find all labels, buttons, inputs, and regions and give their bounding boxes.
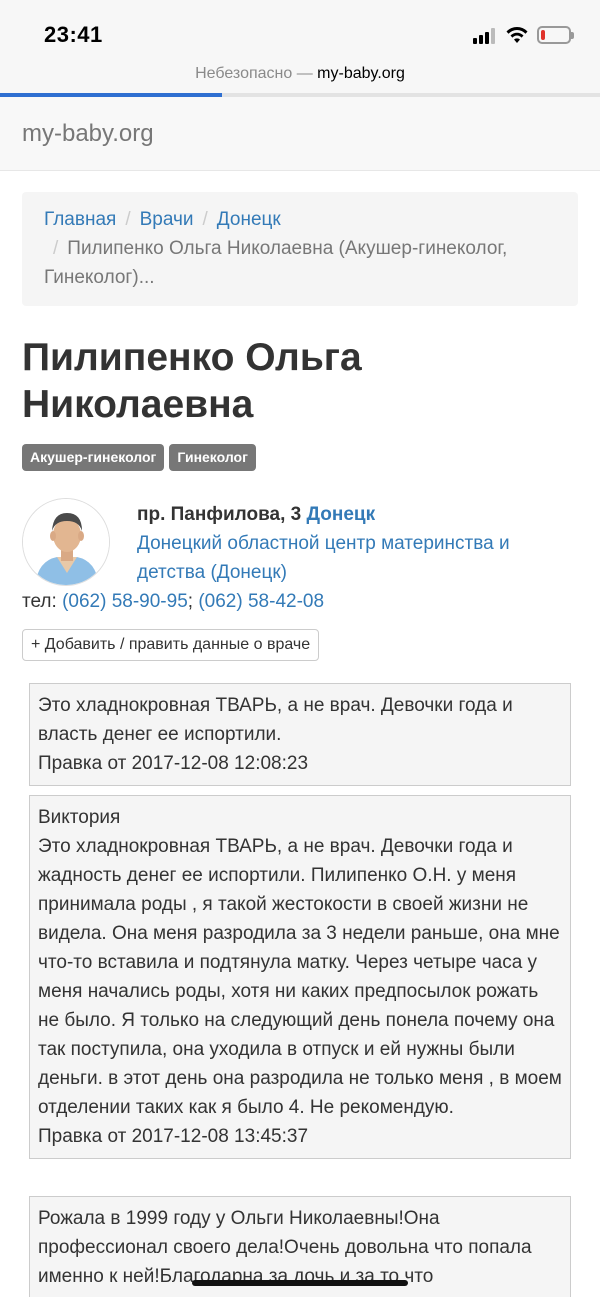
url-domain: my-baby.org xyxy=(317,65,405,82)
doctor-phones: тел: (062) 58-90-95; (062) 58-42-08 xyxy=(22,587,324,616)
specialty-labels: Акушер-гинеколог Гинеколог xyxy=(22,444,261,471)
site-navbar: my-baby.org xyxy=(0,97,600,171)
specialty-badge: Гинеколог xyxy=(169,444,256,471)
status-time: 23:41 xyxy=(44,22,103,47)
url-separator: — xyxy=(292,65,318,82)
battery-icon xyxy=(537,26,574,44)
review-text: Это хладнокровная ТВАРЬ, а не врач. Дево… xyxy=(38,695,513,745)
phone-link[interactable]: (062) 58-42-08 xyxy=(198,591,324,612)
page-title: Пилипенко Ольга Николаевна xyxy=(22,336,362,426)
wifi-icon xyxy=(506,27,528,43)
doctor-avatar-icon xyxy=(23,499,109,585)
add-edit-doctor-button[interactable]: + Добавить / править данные о враче xyxy=(22,629,320,661)
breadcrumb-current: Пилипенко Ольга Николаевна (Акушер-гинек… xyxy=(44,238,508,288)
home-indicator xyxy=(192,1280,408,1286)
doctor-address: пр. Панфилова, 3 Донецк Донецкий областн… xyxy=(137,500,577,587)
address-city-link[interactable]: Донецк xyxy=(306,504,375,525)
site-brand-link[interactable]: my-baby.org xyxy=(22,120,154,148)
url-insecure-label: Небезопасно xyxy=(195,65,293,82)
review-edit-date: Правка от 2017-12-08 13:45:37 xyxy=(38,1126,309,1147)
breadcrumb: Главная / Врачи / Донецк / Пилипенко Ольга Ник… xyxy=(22,192,578,306)
breadcrumb-separator: / xyxy=(53,238,59,259)
specialty-badge: Акушер-гинеколог xyxy=(22,444,165,471)
review-text: Рожала в 1999 году у Ольги Николаевны!Он… xyxy=(38,1208,532,1287)
battery-level xyxy=(541,30,545,40)
breadcrumb-separator: / xyxy=(125,209,131,230)
review-author: Виктория xyxy=(38,807,121,828)
review-card: Виктория Это хладнокровная ТВАРЬ, а не в… xyxy=(29,795,571,1159)
cellular-signal-icon xyxy=(473,28,497,44)
address-street: пр. Панфилова, 3 xyxy=(137,504,302,525)
url-bar[interactable]: Небезопасно — my-baby.org xyxy=(0,62,600,94)
doctor-avatar xyxy=(22,498,110,586)
breadcrumb-separator: / xyxy=(202,209,208,230)
phone-link[interactable]: (062) 58-90-95 xyxy=(62,591,188,612)
review-card: Это хладнокровная ТВАРЬ, а не врач. Дево… xyxy=(29,683,571,786)
status-bar: 23:41 xyxy=(0,0,600,62)
review-text: Это хладнокровная ТВАРЬ, а не врач. Дево… xyxy=(38,836,562,1118)
clinic-link[interactable]: Донецкий областной центр материнства и д… xyxy=(137,533,510,583)
review-edit-date: Правка от 2017-12-08 12:08:23 xyxy=(38,753,309,774)
breadcrumb-doctors[interactable]: Врачи xyxy=(140,209,194,230)
phone-label: тел: xyxy=(22,591,57,612)
breadcrumb-city[interactable]: Донецк xyxy=(217,209,281,230)
breadcrumb-home[interactable]: Главная xyxy=(44,209,116,230)
phone-separator: ; xyxy=(187,591,194,612)
